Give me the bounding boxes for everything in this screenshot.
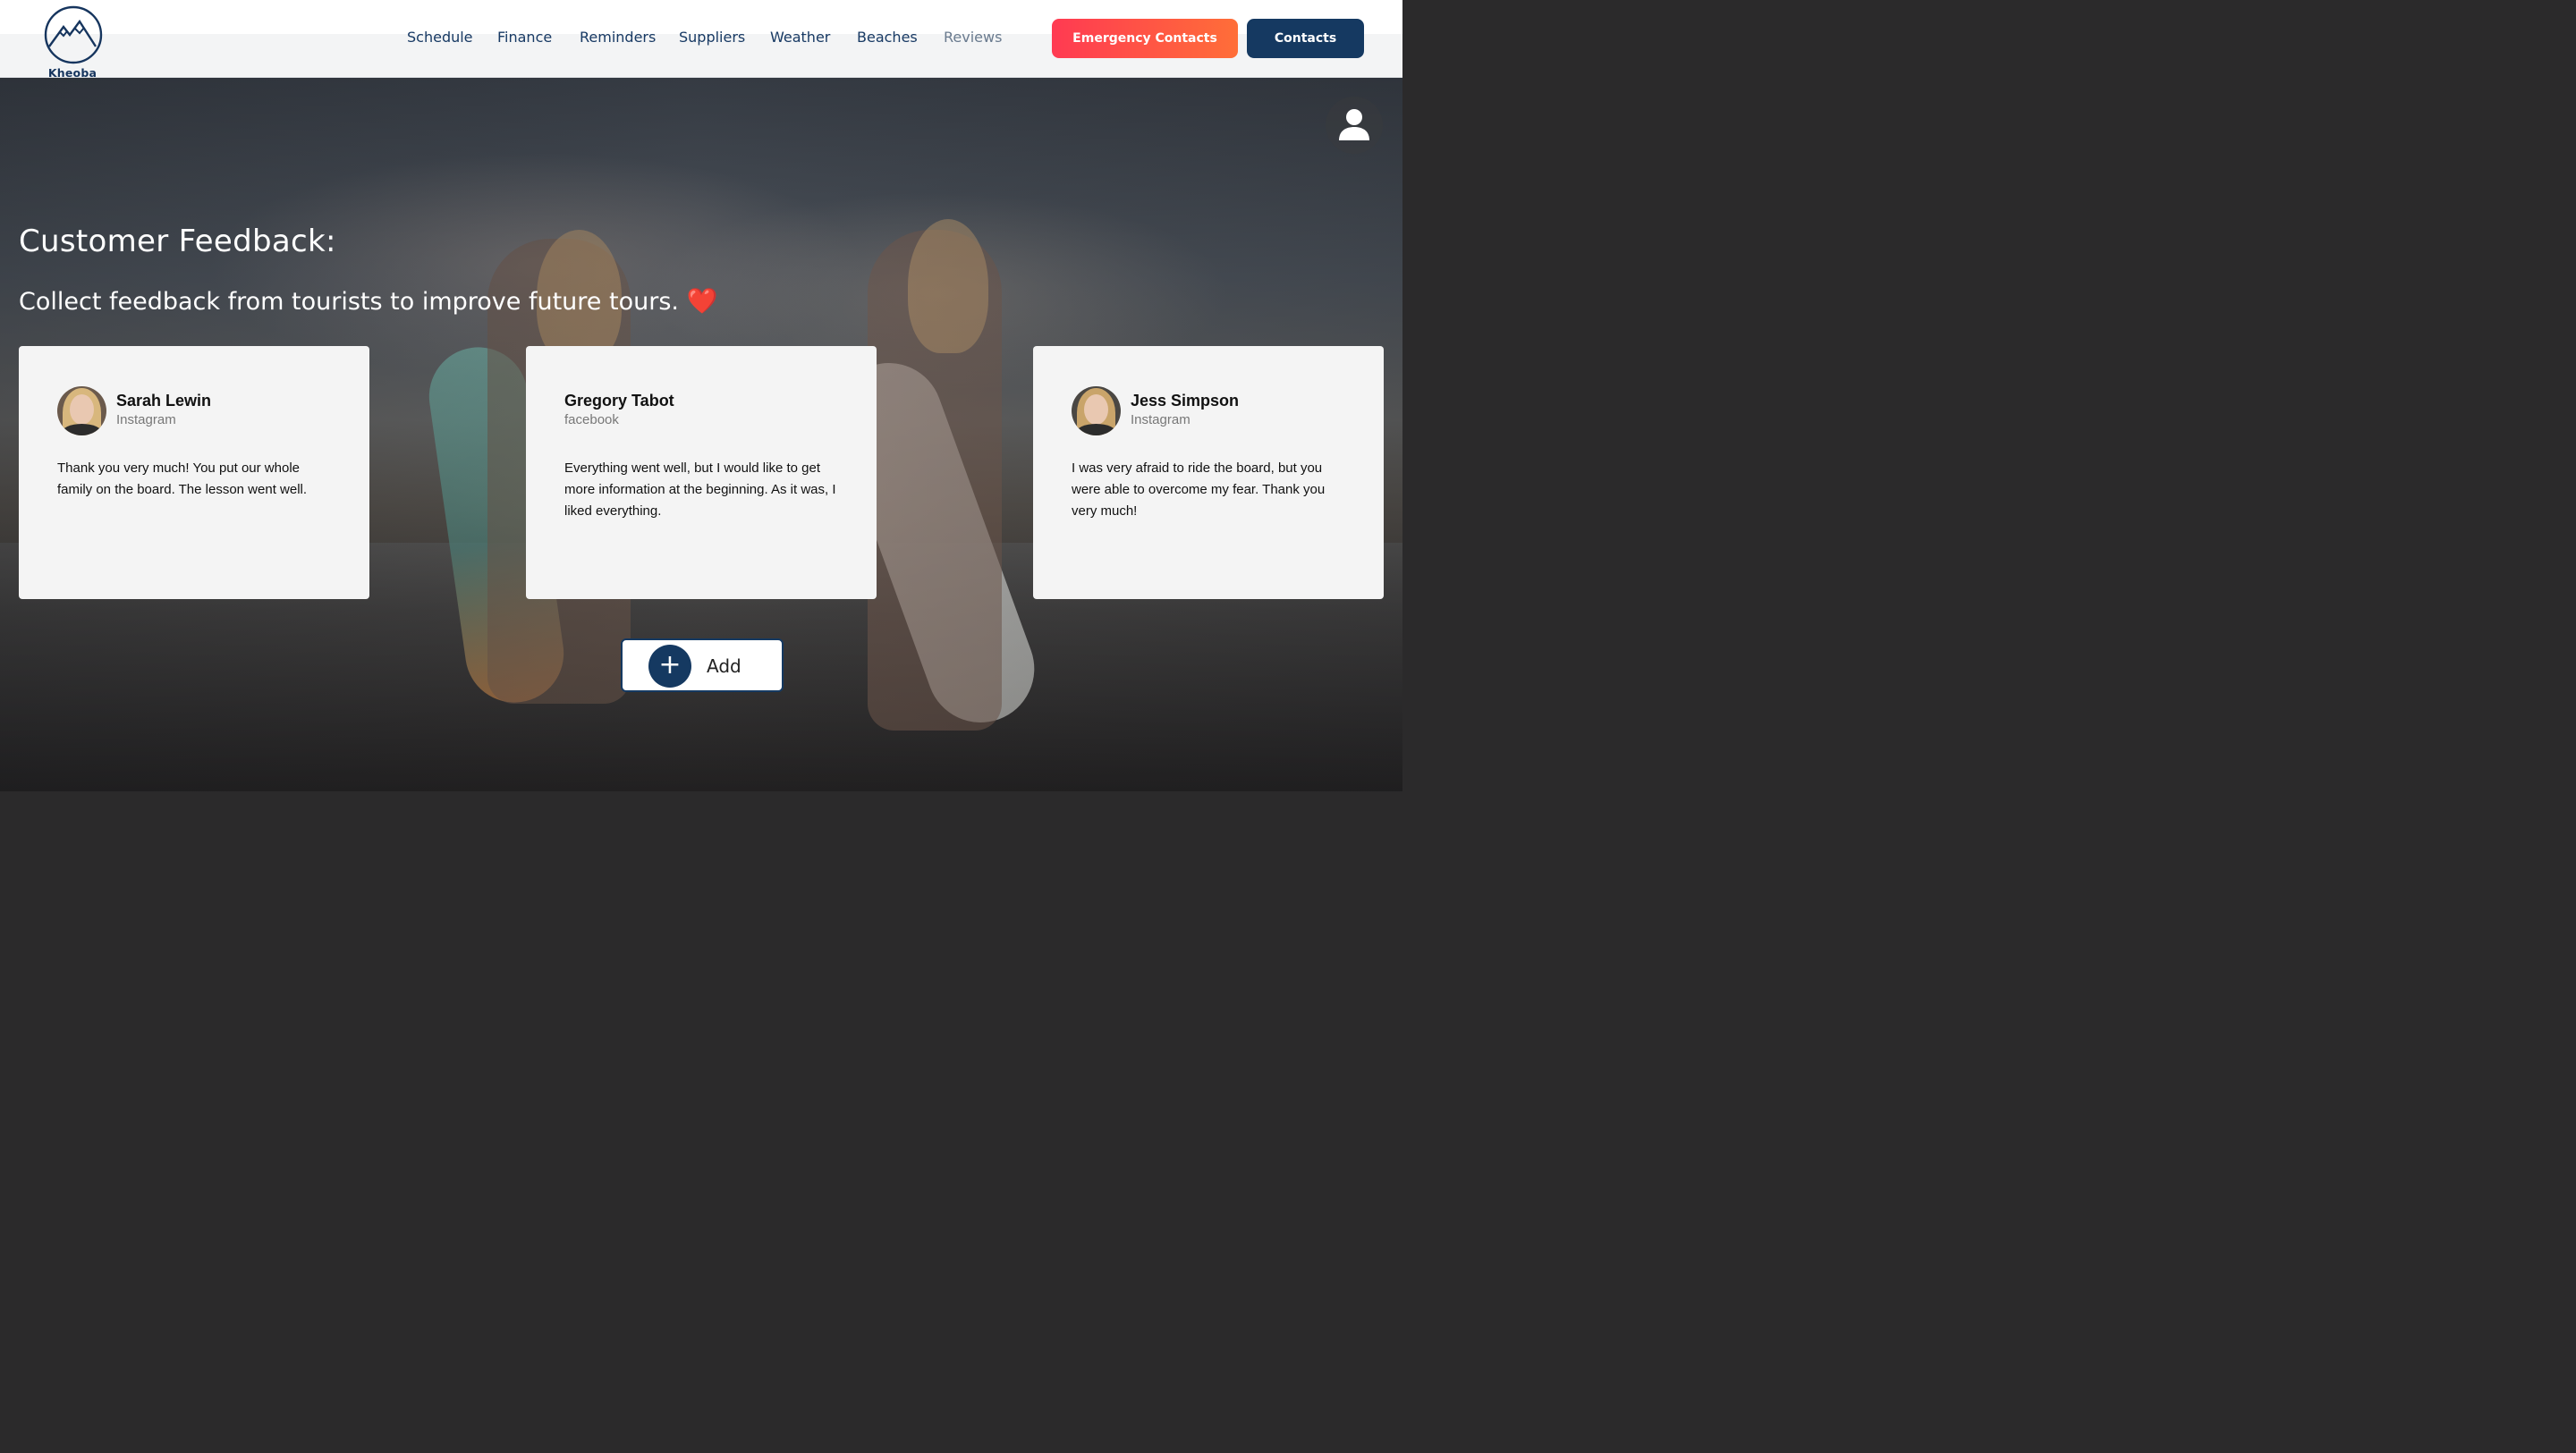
nav-item-reminders[interactable]: Reminders [580, 29, 656, 46]
emergency-contacts-button[interactable]: Emergency Contacts [1052, 19, 1238, 58]
reviewer-name: Jess Simpson [1131, 392, 1240, 410]
subtitle-text: Collect feedback from tourists to improv… [19, 288, 679, 316]
avatar [57, 386, 106, 435]
page-subtitle: Collect feedback from tourists to improv… [19, 286, 717, 316]
mountain-logo-icon [44, 5, 103, 64]
nav-item-finance[interactable]: Finance [497, 29, 552, 46]
nav-item-reviews[interactable]: Reviews [944, 29, 1002, 46]
heart-icon: ❤️ [686, 286, 718, 316]
add-review-button[interactable]: + Add [621, 638, 784, 692]
review-source: Instagram [116, 412, 176, 427]
plus-icon: + [648, 645, 691, 688]
review-text: Everything went well, but I would like t… [564, 460, 836, 519]
nav-item-schedule[interactable]: Schedule [407, 29, 473, 46]
review-card: Gregory Tabot facebook Everything went w… [526, 346, 877, 599]
reviewer-name: Gregory Tabot [564, 392, 674, 410]
nav-item-weather[interactable]: Weather [770, 29, 830, 46]
reviewer-name: Sarah Lewin [116, 392, 212, 410]
review-text: I was very afraid to ride the board, but… [1072, 460, 1326, 519]
contacts-button[interactable]: Contacts [1247, 19, 1364, 58]
review-source: facebook [564, 412, 619, 427]
profile-button[interactable] [1326, 97, 1383, 154]
top-header: Kheoba Schedule Finance Reminders Suppli… [0, 0, 1402, 80]
review-text: Thank you very much! You put our whole f… [57, 460, 308, 497]
review-card: Jess Simpson Instagram I was very afraid… [1033, 346, 1384, 599]
review-source: Instagram [1131, 412, 1191, 427]
review-card: Sarah Lewin Instagram Thank you very muc… [19, 346, 369, 599]
page-title: Customer Feedback: [19, 224, 336, 259]
nav-item-suppliers[interactable]: Suppliers [679, 29, 745, 46]
add-label: Add [707, 655, 741, 677]
avatar [1072, 386, 1121, 435]
user-icon [1339, 109, 1369, 140]
nav-item-beaches[interactable]: Beaches [857, 29, 918, 46]
brand-logo[interactable]: Kheoba [43, 4, 104, 80]
